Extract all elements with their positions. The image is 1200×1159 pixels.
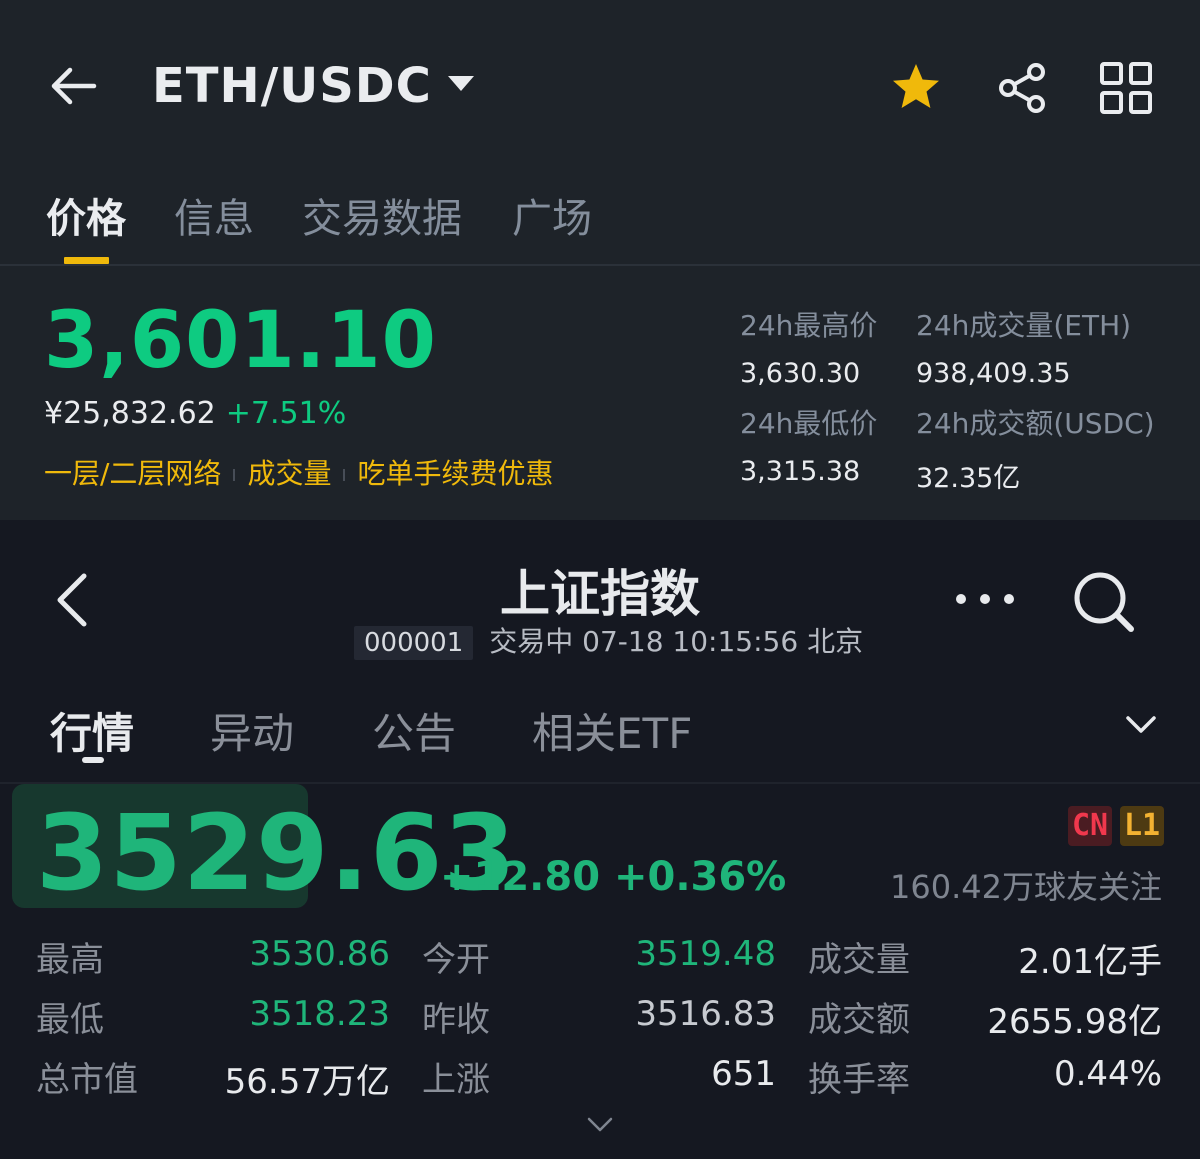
stat-label: 24h成交量(ETH): [916, 309, 1132, 342]
search-icon[interactable]: [1072, 570, 1136, 634]
expand-chevron-icon[interactable]: [1124, 712, 1158, 736]
stat-value: 3,630.30: [740, 358, 861, 389]
back-arrow-icon[interactable]: [48, 64, 100, 108]
stat-24h-volume-eth: 24h成交量(ETH) 938,409.35: [916, 304, 1131, 389]
stat-label-turnover: 成交额: [808, 1000, 910, 1040]
tag-list: 一层/二层网络 成交量 吃单手续费优惠: [44, 452, 553, 492]
stat-value-low: 3518.23: [249, 994, 390, 1034]
tab-price[interactable]: 价格: [46, 186, 126, 244]
last-price: 3,601.10: [44, 296, 437, 386]
trading-status: 交易中 07-18 10:15:56 北京: [489, 625, 864, 658]
divider: [0, 264, 1200, 266]
stat-label-market-cap: 总市值: [36, 1060, 138, 1100]
index-title: 上证指数: [500, 565, 700, 623]
tab-announcements[interactable]: 公告: [372, 700, 456, 761]
price-cny-line: ¥25,832.62 +7.51%: [44, 396, 346, 431]
stat-value: 938,409.35: [916, 358, 1071, 389]
stat-value: 3,315.38: [740, 456, 861, 487]
stat-value: 32.35亿: [916, 463, 1021, 494]
stat-value-market-cap: 56.57万亿: [224, 1062, 390, 1102]
crypto-panel: ETH/USDC 价格 信息 交易数据 广场 3,601.10 ¥25,832.…: [0, 0, 1200, 520]
more-dots-icon[interactable]: [952, 584, 1018, 614]
stat-value-open: 3519.48: [635, 934, 776, 974]
pair-title[interactable]: ETH/USDC: [152, 58, 432, 114]
share-icon[interactable]: [994, 60, 1050, 116]
dropdown-caret-icon[interactable]: [448, 76, 474, 91]
tag-layer-network[interactable]: 一层/二层网络: [44, 457, 221, 490]
level-badge-l1: L1: [1120, 806, 1165, 846]
index-panel: 上证指数 000001 交易中 07-18 10:15:56 北京 行情 异动 公…: [0, 520, 1200, 1159]
stat-label-high: 最高: [36, 940, 104, 980]
tag-volume[interactable]: 成交量: [247, 457, 331, 490]
tag-separator: [233, 469, 236, 481]
stat-24h-low: 24h最低价 3,315.38: [740, 402, 877, 487]
tab-quotes[interactable]: 行情: [50, 700, 134, 761]
stat-value-turnover-rate: 0.44%: [1053, 1054, 1162, 1094]
stat-label-turnover-rate: 换手率: [808, 1060, 910, 1100]
stat-value-turnover: 2655.98亿: [987, 1002, 1162, 1042]
followers-count[interactable]: 160.42万球友关注: [890, 862, 1162, 908]
price-cny: ¥25,832.62: [44, 396, 216, 431]
star-icon[interactable]: [888, 60, 944, 116]
stat-24h-turnover-usdc: 24h成交额(USDC) 32.35亿: [916, 402, 1155, 495]
index-change: +12.80 +0.36%: [440, 854, 787, 900]
grid-icon[interactable]: [1098, 60, 1154, 116]
tab-active-indicator: [82, 757, 104, 763]
stat-label-advancers: 上涨: [422, 1060, 490, 1100]
tab-square[interactable]: 广场: [512, 186, 592, 244]
stat-value-high: 3530.86: [249, 934, 390, 974]
index-code: 000001: [354, 626, 474, 660]
tab-active-indicator: [64, 257, 109, 264]
stat-label-volume: 成交量: [808, 940, 910, 980]
stat-label: 24h最高价: [740, 309, 878, 342]
stat-label: 24h最低价: [740, 407, 878, 440]
stat-label-open: 今开: [422, 940, 490, 980]
collapse-chevron-icon[interactable]: [586, 1114, 614, 1134]
stat-label-low: 最低: [36, 1000, 104, 1040]
stat-value-advancers: 651: [711, 1054, 776, 1094]
stat-24h-high: 24h最高价 3,630.30: [740, 304, 877, 389]
tab-related-etf[interactable]: 相关ETF: [532, 700, 692, 761]
change-percent: +7.51%: [225, 396, 347, 431]
stat-value-prev-close: 3516.83: [635, 994, 776, 1034]
stat-label: 24h成交额(USDC): [916, 407, 1155, 440]
index-subtitle: 000001 交易中 07-18 10:15:56 北京: [354, 620, 863, 660]
tab-movements[interactable]: 异动: [210, 700, 294, 761]
tag-taker-fee[interactable]: 吃单手续费优惠: [357, 457, 553, 490]
stat-value-volume: 2.01亿手: [1018, 942, 1162, 982]
market-badge-cn: CN: [1068, 806, 1113, 846]
stat-label-prev-close: 昨收: [422, 1000, 490, 1040]
tag-separator: [343, 469, 346, 481]
tab-trading-data[interactable]: 交易数据: [302, 186, 462, 244]
tab-info[interactable]: 信息: [174, 186, 254, 244]
